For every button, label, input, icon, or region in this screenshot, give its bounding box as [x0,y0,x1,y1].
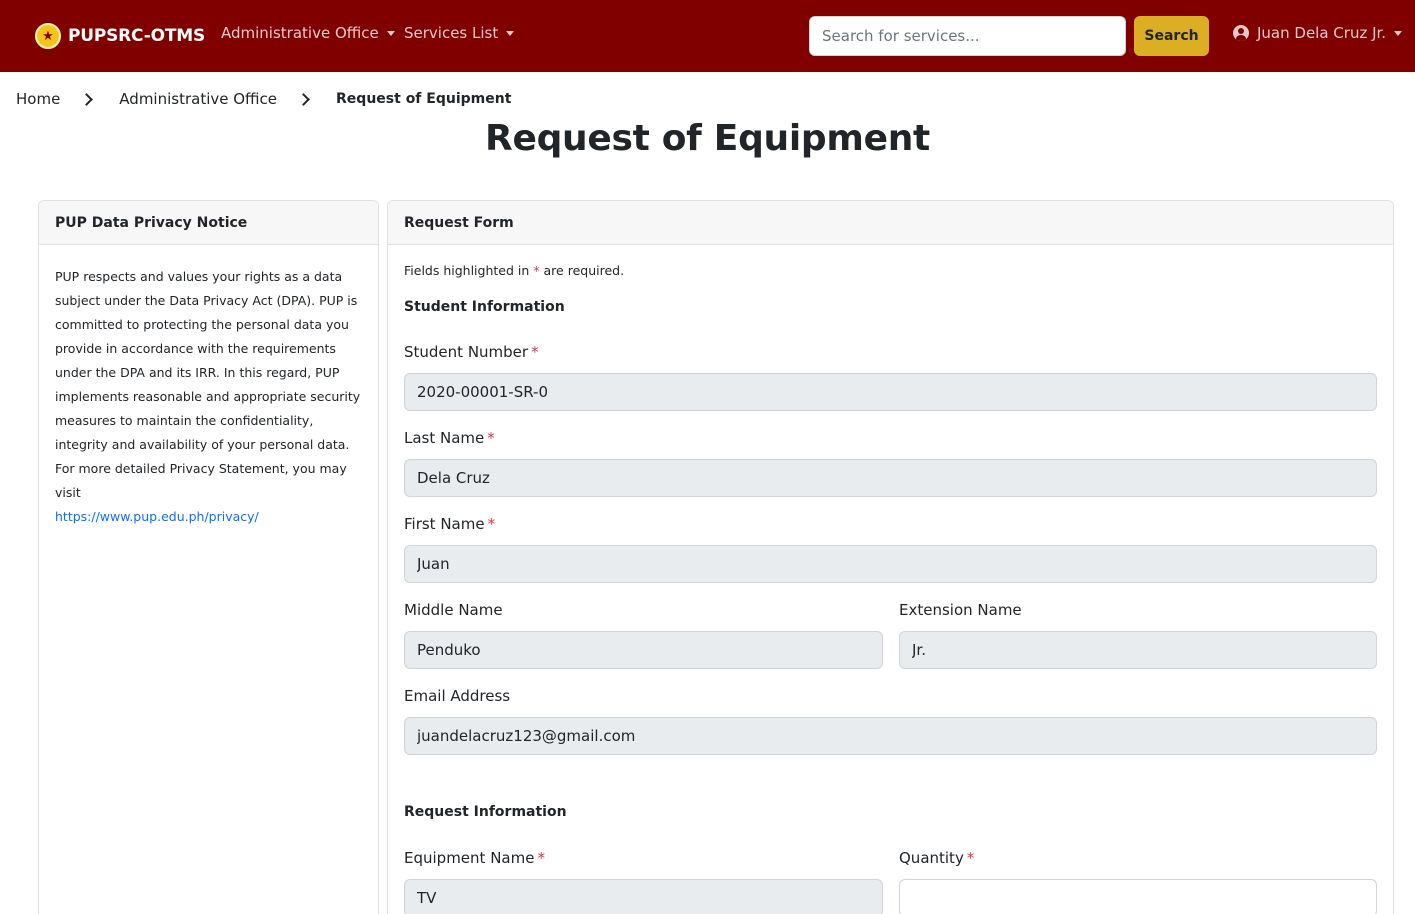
chevron-right-icon [297,92,310,106]
administrative-office-dropdown[interactable]: Administrative Office [221,24,395,42]
email-address-field[interactable] [404,717,1377,755]
first-name-label-text: First Name [404,515,485,533]
required-asterisk: * [487,515,496,533]
privacy-notice-header: PUP Data Privacy Notice [39,201,378,245]
page-title: Request of Equipment [485,118,930,159]
required-note-suffix: are required. [543,263,625,278]
last-name-label: Last Name * [404,429,495,447]
extension-name-label: Extension Name [899,601,1022,619]
search-input[interactable] [809,16,1126,56]
breadcrumb: Home Administrative Office Request of Eq… [16,89,511,109]
chevron-down-icon [1394,30,1403,36]
student-number-label-text: Student Number [404,343,529,361]
last-name-label-text: Last Name [404,429,485,447]
first-name-label: First Name * [404,515,495,533]
student-number-field[interactable] [404,373,1377,411]
user-menu-dropdown[interactable]: Juan Dela Cruz Jr. [1233,24,1403,42]
required-note-prefix: Fields highlighted in [404,263,530,278]
chevron-down-icon [386,30,395,36]
equipment-name-label: Equipment Name * [404,849,545,867]
required-asterisk: * [537,849,545,867]
request-form-header: Request Form [388,201,1393,245]
required-asterisk: * [487,429,495,447]
last-name-field[interactable] [404,459,1377,497]
required-fields-note: Fields highlighted in * are required. [404,263,624,278]
star-seal-icon: ★ [35,23,61,49]
middle-name-field[interactable] [404,631,883,669]
services-list-label: Services List [404,24,499,42]
first-name-field[interactable] [404,545,1377,583]
quantity-field[interactable] [899,879,1377,914]
quantity-label-text: Quantity [899,849,964,867]
services-list-dropdown[interactable]: Services List [404,24,515,42]
brand-name: PUPSRC-OTMS [68,26,205,46]
privacy-notice-text: PUP respects and values your rights as a… [55,269,361,500]
breadcrumb-current: Request of Equipment [336,91,512,107]
request-form-card: Request Form Fields highlighted in * are… [387,200,1394,914]
required-asterisk: * [531,343,539,361]
administrative-office-label: Administrative Office [221,24,379,42]
user-name: Juan Dela Cruz Jr. [1257,24,1387,42]
chevron-down-icon [506,30,515,36]
required-asterisk: * [533,263,540,278]
privacy-notice-body: PUP respects and values your rights as a… [39,245,378,549]
equipment-name-field[interactable] [404,879,883,914]
breadcrumb-administrative-office[interactable]: Administrative Office [119,90,277,108]
breadcrumb-home[interactable]: Home [16,90,60,108]
request-information-heading: Request Information [404,804,567,820]
top-navbar: ★ PUPSRC-OTMS Administrative Office Serv… [0,0,1415,72]
student-number-label: Student Number * [404,343,539,361]
chevron-right-icon [80,92,94,106]
equipment-name-label-text: Equipment Name [404,849,535,867]
search-button[interactable]: Search [1134,16,1209,56]
quantity-label: Quantity * [899,849,974,867]
email-address-label: Email Address [404,687,511,705]
privacy-link[interactable]: https://www.pup.edu.ph/privacy/ [55,505,362,529]
user-circle-icon [1233,25,1249,41]
required-asterisk: * [966,849,975,867]
brand-link[interactable]: ★ PUPSRC-OTMS [35,23,205,49]
middle-name-label: Middle Name [404,601,503,619]
student-information-heading: Student Information [404,299,565,315]
privacy-notice-card: PUP Data Privacy Notice PUP respects and… [38,200,379,914]
extension-name-field[interactable] [899,631,1377,669]
